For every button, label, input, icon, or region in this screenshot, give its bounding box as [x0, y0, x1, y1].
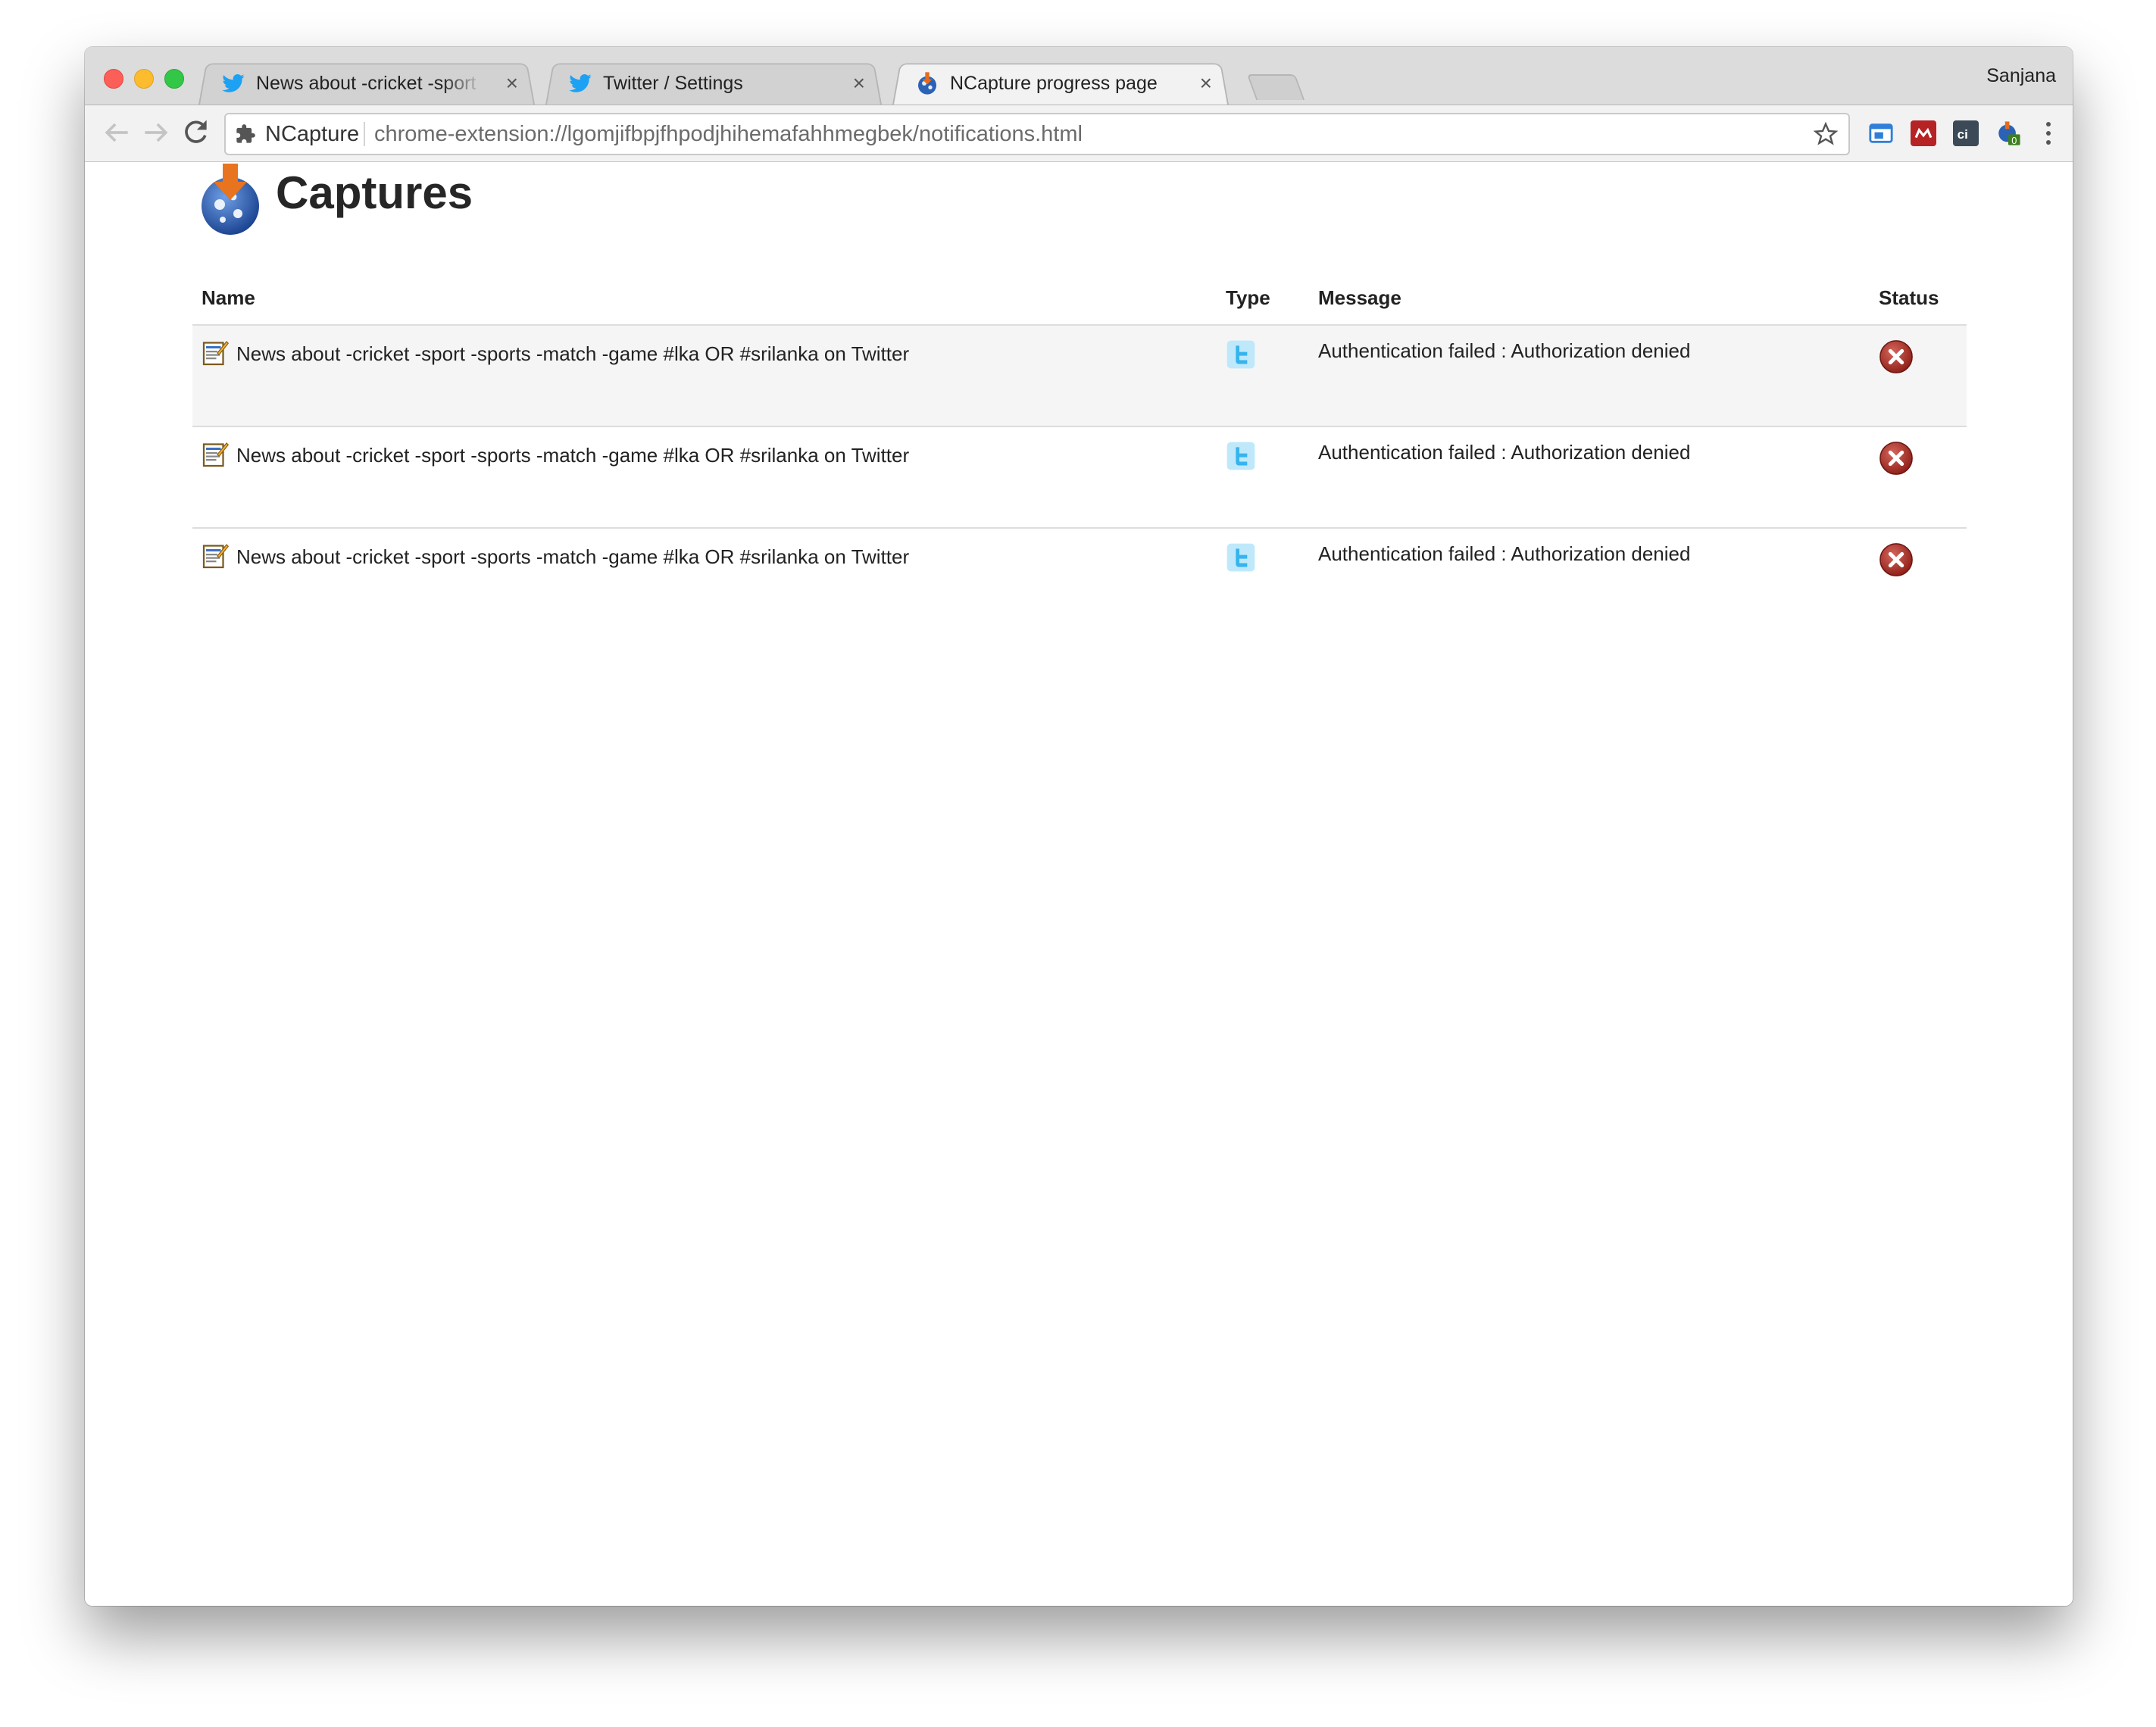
reload-icon[interactable] [179, 116, 212, 149]
extension-puzzle-icon [236, 124, 255, 143]
page-content: Captures Name Type Message Status News a… [85, 162, 2073, 1606]
capture-status-cell [1870, 528, 1967, 629]
error-icon [1879, 340, 1913, 373]
new-tab-button[interactable] [1246, 74, 1305, 100]
more-menu-icon[interactable] [2045, 120, 2051, 146]
capture-type-cell [1217, 325, 1309, 427]
error-icon [1879, 543, 1913, 576]
error-icon [1879, 442, 1913, 475]
capture-message: Authentication failed : Authorization de… [1309, 325, 1870, 427]
page-title: Captures [276, 167, 473, 218]
table-row[interactable]: News about -cricket -sport -sports -matc… [192, 426, 1967, 529]
twitter-bird-icon [222, 74, 245, 92]
site-chip-label: NCapture [265, 122, 360, 146]
tab-close-icon[interactable]: × [853, 71, 865, 95]
capture-name: News about -cricket -sport -sports -matc… [236, 444, 910, 467]
capture-name-cell: News about -cricket -sport -sports -matc… [192, 325, 1217, 427]
svg-text:0: 0 [2011, 135, 2017, 146]
column-header-message: Message [1309, 271, 1870, 326]
capture-type-cell [1217, 426, 1309, 529]
capture-document-icon [202, 442, 229, 467]
tab-ncapture-progress[interactable]: NCapture progress page × [892, 59, 1229, 105]
capture-status-cell [1870, 325, 1967, 427]
address-bar[interactable]: NCapture chrome-extension://lgomjifbpjfh… [224, 113, 1850, 155]
window-maximize-button[interactable] [164, 69, 184, 89]
svg-text:ci: ci [1958, 127, 1968, 142]
ncapture-globe-icon [918, 72, 936, 95]
table-row[interactable]: News about -cricket -sport -sports -matc… [192, 528, 1967, 629]
tab-news-about-cricket[interactable]: News about -cricket -sport -sports -matc… [198, 59, 535, 105]
back-arrow-icon[interactable] [100, 116, 133, 149]
bookmark-star-icon[interactable] [1814, 122, 1838, 146]
omnibox-divider [364, 122, 365, 146]
twitter-icon [1226, 543, 1255, 572]
table-header-row: Name Type Message Status [192, 271, 1967, 326]
ci-extension-icon[interactable]: ci [1953, 120, 1979, 146]
capture-name-cell: News about -cricket -sport -sports -matc… [192, 528, 1217, 629]
capture-name: News about -cricket -sport -sports -matc… [236, 342, 910, 365]
tab-label: Twitter / Settings [603, 73, 743, 94]
capture-document-icon [202, 544, 229, 569]
tab-label: NCapture progress page [950, 73, 1158, 94]
ncapture-logo-icon [202, 164, 259, 235]
mendeley-extension-icon[interactable] [1911, 120, 1936, 146]
tab-close-icon[interactable]: × [1200, 71, 1212, 95]
capture-name: News about -cricket -sport -sports -matc… [236, 545, 910, 568]
url-text[interactable]: chrome-extension://lgomjifbpjfhpodjhihem… [374, 114, 1083, 154]
browser-window: News about -cricket -sport -sports -matc… [85, 47, 2073, 1606]
tab-strip: News about -cricket -sport -sports -matc… [85, 47, 2073, 105]
ncapture-extension-icon[interactable]: 0 [1995, 120, 2021, 146]
window-close-button[interactable] [104, 69, 123, 89]
capture-message: Authentication failed : Authorization de… [1309, 426, 1870, 529]
twitter-bird-icon [569, 74, 592, 92]
profile-name[interactable]: Sanjana [1986, 65, 2056, 87]
twitter-icon [1226, 340, 1255, 369]
window-minimize-button[interactable] [134, 69, 154, 89]
capture-document-icon [202, 341, 229, 366]
forward-arrow-icon[interactable] [139, 116, 173, 149]
tab-twitter-settings[interactable]: Twitter / Settings × [545, 59, 882, 105]
capture-type-cell [1217, 528, 1309, 629]
capture-message: Authentication failed : Authorization de… [1318, 542, 1691, 565]
capture-status-cell [1870, 426, 1967, 529]
capture-name-cell: News about -cricket -sport -sports -matc… [192, 426, 1217, 529]
tab-close-icon[interactable]: × [506, 71, 518, 95]
captures-table: Name Type Message Status News about -cri… [192, 271, 1967, 629]
column-header-name: Name [192, 271, 1217, 326]
tab-label: News about -cricket -sport -sports -matc… [256, 73, 483, 94]
table-row[interactable]: News about -cricket -sport -sports -matc… [192, 325, 1967, 427]
window-extension-icon[interactable] [1868, 120, 1894, 146]
twitter-icon [1226, 442, 1255, 470]
browser-toolbar: NCapture chrome-extension://lgomjifbpjfh… [85, 105, 2073, 163]
column-header-type: Type [1217, 271, 1309, 326]
column-header-status: Status [1870, 271, 1967, 326]
